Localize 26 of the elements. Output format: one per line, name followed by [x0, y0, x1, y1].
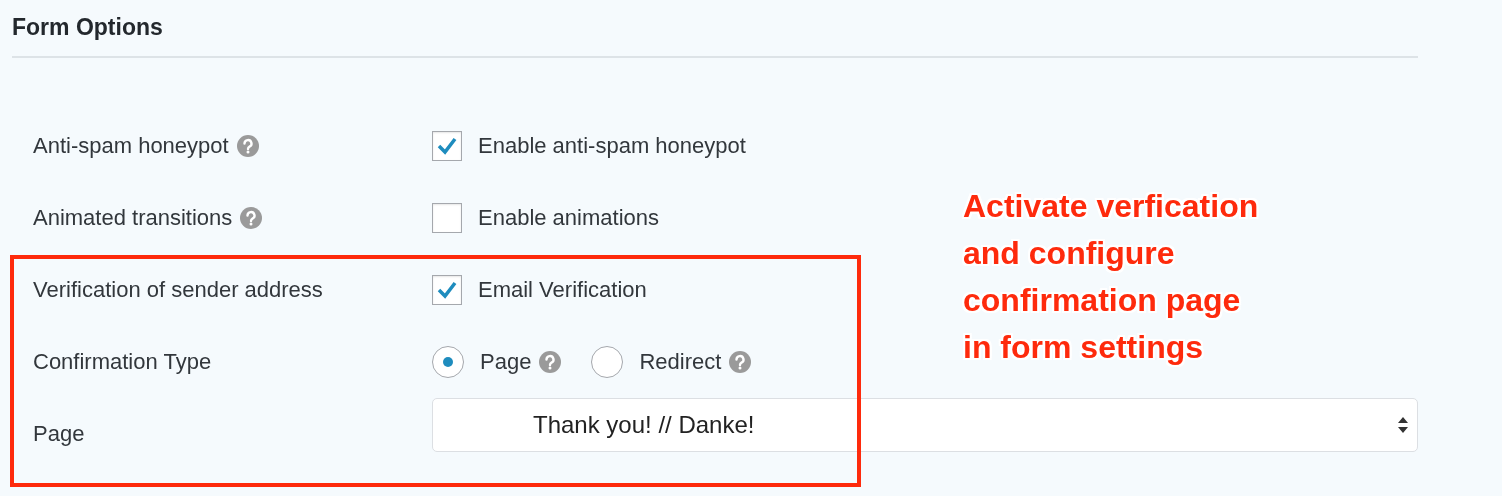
checkbox-label: Enable anti-spam honeypot [478, 133, 746, 159]
field-label: Page [33, 421, 85, 447]
field-label: Anti-spam honeypot [33, 133, 229, 159]
radio-button[interactable] [591, 346, 624, 378]
field-label: Verification of sender address [33, 277, 323, 303]
select-value: Thank you! // Danke! [533, 411, 755, 439]
checkbox[interactable] [432, 275, 462, 305]
annotation-text: Activate verfication and configure confirmation page in form settings [963, 187, 1259, 367]
radio-button[interactable] [432, 346, 464, 378]
page-select[interactable]: Thank you! // Danke! [432, 398, 1418, 452]
checkmark-icon [436, 280, 458, 300]
checkbox[interactable] [432, 131, 462, 161]
help-icon[interactable] [240, 207, 263, 229]
radio-label: Redirect [639, 349, 722, 375]
sort-arrows-icon [1397, 415, 1409, 435]
field-label: Animated transitions [33, 205, 233, 231]
help-icon[interactable] [729, 351, 752, 373]
help-icon[interactable] [236, 135, 259, 157]
checkbox-label: Email Verification [478, 277, 647, 303]
checkbox[interactable] [432, 203, 462, 233]
help-icon[interactable] [539, 351, 562, 373]
checkmark-icon [436, 136, 458, 156]
radio-label: Page [480, 349, 532, 375]
checkbox-label: Enable animations [478, 205, 659, 231]
field-label: Confirmation Type [33, 349, 212, 375]
section-heading: Form Options [12, 12, 1418, 58]
